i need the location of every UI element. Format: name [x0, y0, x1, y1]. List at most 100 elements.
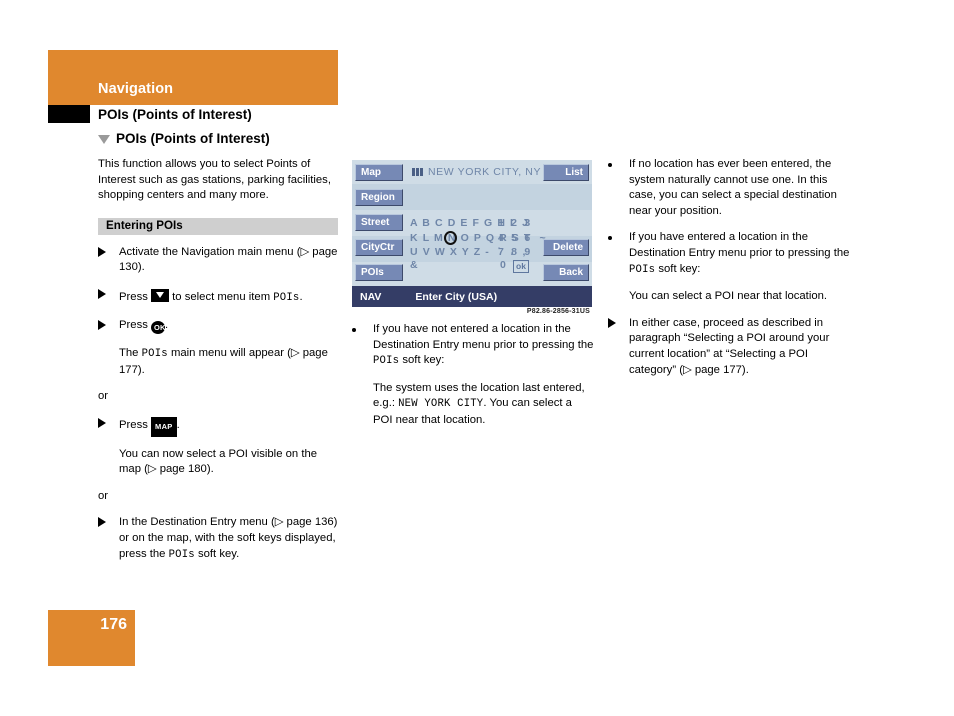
city-buildings-icon: [412, 168, 423, 176]
step-item: Press MAP.: [98, 416, 338, 437]
arrow-bullet-icon: [98, 515, 119, 563]
softkey-label: POIs: [361, 267, 384, 278]
bullet-lead: If you have not entered a location in th…: [373, 323, 594, 351]
city-value: NEW YORK CITY, NY: [428, 166, 542, 178]
softkey-label: List: [565, 167, 583, 178]
chapter-name: Navigation: [98, 81, 174, 97]
press-map-trail: .: [176, 418, 180, 431]
arrow-bullet-icon: [98, 245, 119, 276]
or-separator: or: [98, 390, 109, 403]
selected-city-display: NEW YORK CITY, NY: [412, 166, 541, 178]
keyboard-zero-key[interactable]: 0: [500, 259, 506, 271]
softkey-label: Region: [361, 192, 395, 203]
arrow-bullet-icon: [98, 287, 119, 307]
step-item: In either case, proceed as described in …: [608, 316, 856, 378]
bullet-item: If no location has ever been entered, th…: [608, 157, 856, 219]
number-row[interactable]: 7 8 9: [498, 246, 532, 258]
bullet-text: If you have not entered a location in th…: [373, 322, 594, 370]
dot-bullet-icon: [608, 157, 629, 219]
arrow-bullet-icon: [608, 316, 629, 378]
map-key-icon: MAP: [151, 416, 177, 437]
chapter-header-band: Navigation: [48, 50, 338, 105]
or-separator: or: [98, 489, 109, 502]
status-screen-title: Enter City (USA): [415, 290, 498, 303]
subsection-heading: Entering POIs: [98, 217, 338, 235]
bullet-text: If no location has ever been entered, th…: [629, 158, 837, 217]
poi-mono-label: POIs: [141, 348, 168, 361]
figure-caption: P82.86-2856-31US: [526, 308, 590, 315]
keyboard-ampersand-key[interactable]: &: [410, 259, 418, 271]
page-number: 176: [100, 616, 127, 633]
ok-key-icon: OK: [151, 320, 165, 334]
triangle-down-icon: [98, 135, 110, 144]
softkey-street[interactable]: Street: [355, 214, 403, 231]
softkey-label: Back: [559, 267, 583, 278]
navigation-device-screen: NEW YORK CITY, NY Map Region Street City…: [352, 160, 592, 307]
number-row[interactable]: 4 5 6: [498, 232, 532, 244]
right-column: If no location has ever been entered, th…: [608, 157, 856, 389]
dot-bullet-icon: [608, 230, 629, 278]
subsection-heading-label: Entering POIs: [106, 219, 183, 233]
bullet-item: If you have not entered a location in th…: [352, 322, 594, 370]
middle-column: If you have not entered a location in th…: [352, 322, 594, 440]
softkey-back[interactable]: Back: [543, 264, 589, 281]
softkey-delete[interactable]: Delete: [543, 239, 589, 256]
dot-bullet-icon: [352, 322, 373, 370]
softkey-cityctr[interactable]: CityCtr: [355, 239, 403, 256]
softkey-label: CityCtr: [361, 242, 395, 253]
step-text-end: .: [299, 290, 303, 303]
softkey-label: Map: [361, 167, 381, 178]
step-text: Press to select menu item POIs.: [119, 287, 338, 307]
poi-mono-label: POIs: [629, 263, 656, 276]
softkey-region[interactable]: Region: [355, 189, 403, 206]
onscreen-keyboard-numbers[interactable]: 1 2 3 4 5 6 7 8 9: [498, 216, 532, 260]
menu-item-poi-label: POIs: [273, 291, 300, 304]
press-map-lead: Press: [119, 418, 152, 431]
screen-status-bar: NAV Enter City (USA): [352, 286, 592, 307]
keyboard-cursor-highlight: [444, 231, 457, 245]
bullet-item: If you have entered a location in the De…: [608, 230, 856, 278]
softkey-label: Delete: [552, 242, 583, 253]
step-item: In the Destination Entry menu (▷ page 13…: [98, 515, 338, 563]
arrow-bullet-icon: [98, 416, 119, 436]
status-mode-tag: NAV: [360, 290, 382, 303]
manual-page: Navigation POIs (Points of Interest) POI…: [0, 0, 954, 716]
number-row[interactable]: 1 2 3: [498, 217, 532, 229]
softkey-label: Street: [361, 217, 390, 228]
keyboard-ok-button[interactable]: ok: [513, 260, 529, 273]
page-number-block: 176: [48, 610, 135, 666]
step-text: Activate the Navigation main menu (▷ pag…: [119, 245, 338, 274]
left-column: This function allows you to select Point…: [98, 157, 338, 574]
softkey-list[interactable]: List: [543, 164, 589, 181]
down-arrow-key-icon: [151, 288, 170, 302]
bullet-lead: If you have entered a location in the De…: [629, 231, 850, 259]
step-text: Press OK.: [119, 318, 338, 336]
step-item: Press to select menu item POIs.: [98, 287, 338, 307]
softkey-map[interactable]: Map: [355, 164, 403, 181]
bullet-text: If you have entered a location in the De…: [629, 230, 856, 278]
bullet-trail: soft key:: [399, 354, 445, 367]
bullet-trail: soft key:: [655, 262, 701, 275]
section-heading: POIs (Points of Interest): [98, 131, 270, 146]
step-text-lead: Press: [119, 318, 152, 331]
step-item: Press OK.: [98, 318, 338, 336]
bullet-detail-text: You can select a POI near that location.: [629, 290, 828, 303]
step-text: Press MAP.: [119, 416, 338, 437]
poi-mono-label: POIs: [373, 355, 400, 368]
bullet-detail-text: The system uses the location last entere…: [373, 381, 594, 429]
result-lead: The: [119, 347, 142, 360]
poi-mono-label: POIs: [168, 548, 195, 561]
map-result-text: You can now select a POI visible on the …: [119, 447, 318, 476]
intro-paragraph: This function allows you to select Point…: [98, 158, 331, 202]
dest-entry-trail: soft key.: [194, 547, 240, 560]
section-heading-label: POIs (Points of Interest): [116, 131, 270, 146]
page-title: POIs (Points of Interest): [98, 107, 252, 122]
step-text: In the Destination Entry menu (▷ page 13…: [119, 515, 338, 563]
step-text: In either case, proceed as described in …: [629, 316, 830, 376]
arrow-bullet-icon: [98, 318, 119, 336]
example-city-mono: NEW YORK CITY: [398, 398, 484, 411]
header-black-marker: [48, 105, 90, 123]
softkey-pois[interactable]: POIs: [355, 264, 403, 281]
step-item: Activate the Navigation main menu (▷ pag…: [98, 245, 338, 276]
step-text-mid: to select menu item: [169, 290, 274, 303]
